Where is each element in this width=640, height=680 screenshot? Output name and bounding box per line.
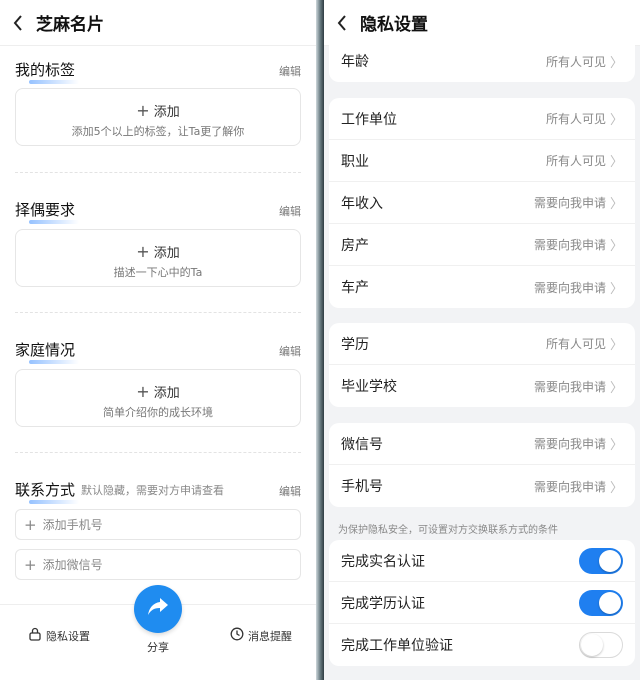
add-phone-button[interactable]: + 添加手机号 xyxy=(15,509,301,540)
back-arrow-icon[interactable] xyxy=(324,0,360,46)
chevron-right-icon: 〉 xyxy=(609,239,623,254)
contact-note: 默认隐藏，需要对方申请查看 xyxy=(81,484,225,497)
page-title: 芝麻名片 xyxy=(36,15,104,35)
chevron-right-icon: 〉 xyxy=(609,480,623,496)
divider xyxy=(15,312,301,313)
employer-toggle[interactable] xyxy=(579,632,623,658)
age-card: 年龄 所有人可见 〉 xyxy=(329,40,635,82)
plus-icon: + xyxy=(24,515,37,534)
privacy-row[interactable]: 学历 所有人可见〉 xyxy=(329,323,635,365)
chevron-right-icon: 〉 xyxy=(609,155,623,170)
work-assets-card: 工作单位 所有人可见〉 职业 所有人可见〉 年收入 需要向我申请〉 房产 需要向我申请〉… xyxy=(329,98,635,308)
privacy-row[interactable]: 职业 所有人可见〉 xyxy=(329,140,635,182)
toggle-row-education: 完成学历认证 xyxy=(329,582,635,624)
share-arrow-icon xyxy=(146,596,170,622)
privacy-settings-button[interactable]: 隐私设置 xyxy=(28,627,90,644)
contact-exchange-hint: 为保护隐私安全，可设置对方交换联系方式的条件 xyxy=(338,525,558,536)
chevron-right-icon: 〉 xyxy=(609,281,623,297)
privacy-row[interactable]: 房产 需要向我申请〉 xyxy=(329,224,635,266)
bottom-bar: 隐私设置 分享 消息提醒 xyxy=(0,585,316,680)
plus-icon: + xyxy=(136,381,150,401)
clock-icon xyxy=(230,627,244,644)
section-title: 择偶要求 xyxy=(15,199,80,224)
share-button[interactable] xyxy=(134,585,182,633)
chevron-right-icon: 〉 xyxy=(609,197,623,212)
edit-contact-button[interactable]: 编辑 xyxy=(279,483,301,499)
chevron-right-icon: 〉 xyxy=(609,380,623,396)
add-partner-box[interactable]: + 添加 描述一下心中的Ta xyxy=(15,229,301,287)
left-header: 芝麻名片 xyxy=(0,0,316,46)
contact-card: 微信号 需要向我申请〉 手机号 需要向我申请〉 xyxy=(329,423,635,507)
real-name-toggle[interactable] xyxy=(579,547,623,574)
divider xyxy=(15,452,301,453)
privacy-row[interactable]: 微信号 需要向我申请〉 xyxy=(329,423,635,465)
edit-tags-button[interactable]: 编辑 xyxy=(279,63,301,79)
plus-icon: + xyxy=(136,100,150,120)
page-title: 隐私设置 xyxy=(360,15,428,35)
panel-divider xyxy=(316,0,324,680)
privacy-settings-panel: 隐私设置 年龄 所有人可见 〉 工作单位 所有人可见〉 职业 所有人可见〉 年收入需… xyxy=(324,0,640,680)
section-title: 家庭情况 xyxy=(15,339,80,364)
add-family-box[interactable]: + 添加 简单介绍你的成长环境 xyxy=(15,369,301,427)
lock-icon xyxy=(28,627,42,644)
privacy-row-age[interactable]: 年龄 所有人可见 〉 xyxy=(329,40,635,82)
education-toggle[interactable] xyxy=(579,589,623,616)
plus-icon: + xyxy=(24,555,37,574)
conditions-card: 完成实名认证 完成学历认证 完成工作单位验证 xyxy=(329,540,635,666)
edit-partner-button[interactable]: 编辑 xyxy=(279,203,301,219)
chevron-right-icon: 〉 xyxy=(609,113,623,128)
section-title: 联系方式 xyxy=(15,479,80,504)
profile-card-panel: 芝麻名片 我的标签 编辑 + 添加 添加5个以上的标签，让Ta更了解你 择偶要求 … xyxy=(0,0,316,680)
chevron-right-icon: 〉 xyxy=(609,338,623,353)
privacy-row[interactable]: 毕业学校 需要向我申请〉 xyxy=(329,365,635,407)
privacy-row[interactable]: 工作单位 所有人可见〉 xyxy=(329,98,635,140)
privacy-row[interactable]: 车产 需要向我申请〉 xyxy=(329,266,635,308)
education-card: 学历 所有人可见〉 毕业学校 需要向我申请〉 xyxy=(329,323,635,407)
add-tags-box[interactable]: + 添加 添加5个以上的标签，让Ta更了解你 xyxy=(15,88,301,146)
divider xyxy=(15,172,301,173)
toggle-row-real-name: 完成实名认证 xyxy=(329,540,635,582)
plus-icon: + xyxy=(136,241,150,261)
message-reminder-button[interactable]: 消息提醒 xyxy=(230,627,292,644)
section-title: 我的标签 xyxy=(15,59,80,84)
edit-family-button[interactable]: 编辑 xyxy=(279,343,301,359)
add-wechat-button[interactable]: + 添加微信号 xyxy=(15,549,301,580)
privacy-row[interactable]: 手机号 需要向我申请〉 xyxy=(329,465,635,507)
toggle-row-employer: 完成工作单位验证 xyxy=(329,624,635,666)
share-label: 分享 xyxy=(147,641,169,654)
chevron-right-icon: 〉 xyxy=(609,438,623,453)
privacy-row[interactable]: 年收入 需要向我申请〉 xyxy=(329,182,635,224)
back-arrow-icon[interactable] xyxy=(0,0,36,46)
chevron-right-icon: 〉 xyxy=(609,55,623,71)
